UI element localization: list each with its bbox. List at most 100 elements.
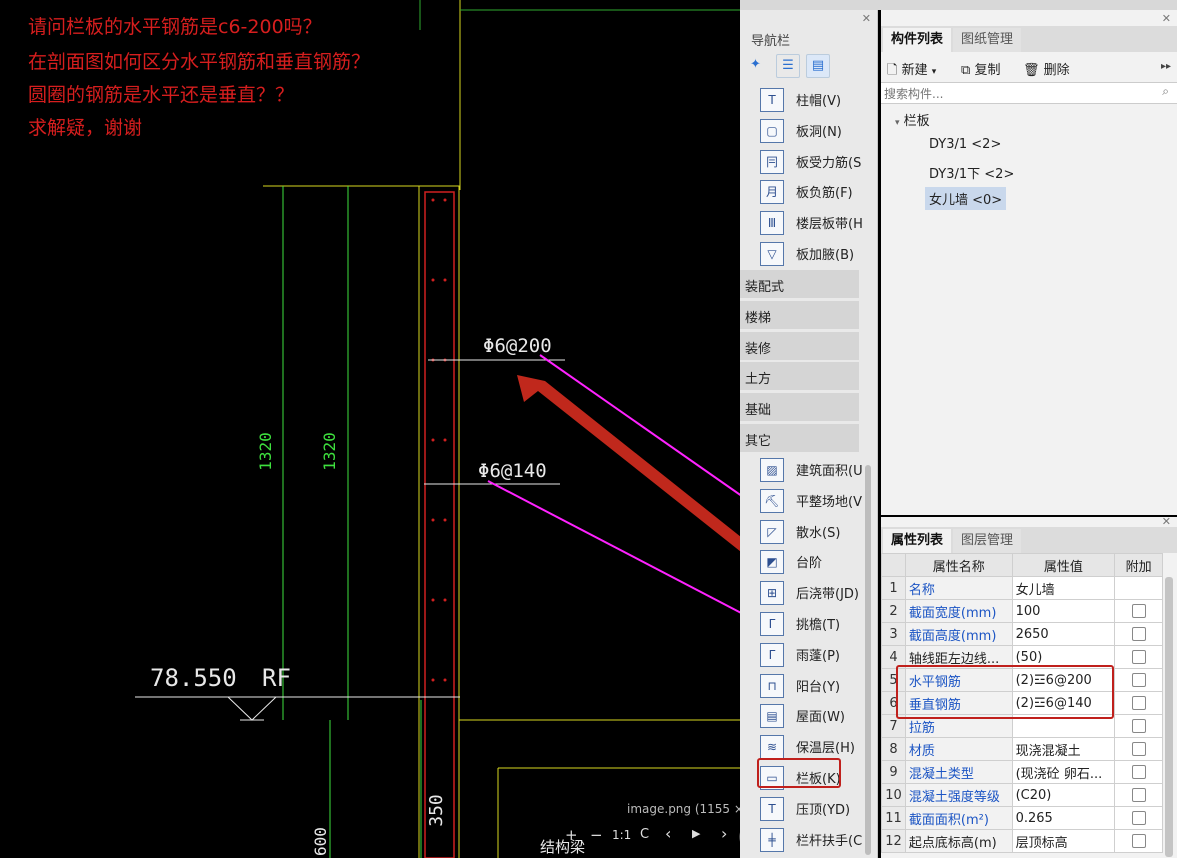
tree-item[interactable]: DY3/1下 <2> xyxy=(929,163,1014,182)
property-row[interactable]: 10 混凝土强度等级 (C20) xyxy=(881,783,1163,807)
nav-item[interactable]: ▽ 板加腋(B) xyxy=(760,240,872,266)
nav-item[interactable]: ⊓ 阳台(Y) xyxy=(760,672,872,698)
search-input[interactable] xyxy=(881,85,1147,103)
tab-property-list[interactable]: 属性列表 xyxy=(883,529,952,553)
search-icon[interactable]: ⌕ xyxy=(1162,84,1169,99)
extra-cell xyxy=(1114,599,1163,623)
nav-category[interactable]: 装配式 xyxy=(740,270,859,298)
property-value[interactable]: 层顶标高 xyxy=(1011,829,1116,853)
property-row[interactable]: 9 混凝土类型 (现浇砼 卵石... xyxy=(881,760,1163,784)
property-row[interactable]: 1 名称 女儿墙 xyxy=(881,576,1163,600)
more-tools-icon[interactable]: ▸▸ xyxy=(1161,61,1171,72)
nav-title: 导航栏 xyxy=(751,34,791,49)
zoom-out-button[interactable]: − xyxy=(590,826,603,844)
close-icon[interactable]: ✕ xyxy=(1162,12,1171,25)
checkbox[interactable] xyxy=(1131,765,1146,779)
component-search[interactable]: ⌕ xyxy=(881,82,1177,104)
nav-item[interactable]: 月板负筋(F) xyxy=(760,178,872,205)
checkbox[interactable] xyxy=(1131,788,1146,802)
checkbox[interactable] xyxy=(1131,604,1146,618)
property-scrollbar[interactable] xyxy=(1165,577,1173,857)
tab-drawing-management[interactable]: 图纸管理 xyxy=(953,28,1022,52)
nav-category-label: 其它 xyxy=(745,434,772,449)
nav-item[interactable]: ⛏ 平整场地(V xyxy=(760,487,872,513)
nav-item[interactable]: ▨ 建筑面积(U xyxy=(760,456,872,482)
property-value[interactable]: 现浇混凝土 xyxy=(1011,737,1116,761)
checkbox[interactable] xyxy=(1131,719,1146,733)
detail-view-icon[interactable]: ▤ xyxy=(806,54,830,78)
property-row[interactable]: 8 材质 现浇混凝土 xyxy=(881,737,1163,761)
property-value[interactable]: 100 xyxy=(1011,599,1116,623)
property-value[interactable]: 2650 xyxy=(1011,622,1116,646)
property-row[interactable]: 3 截面高度(mm) 2650 xyxy=(881,622,1163,646)
tab-component-list[interactable]: 构件列表 xyxy=(883,28,952,52)
list-view-icon[interactable]: ☰ xyxy=(776,54,800,78)
nav-item[interactable]: T 柱帽(V) xyxy=(760,86,872,112)
play-button[interactable]: ▶ xyxy=(692,827,700,840)
checkbox[interactable] xyxy=(1131,673,1146,687)
extra-cell xyxy=(1114,714,1163,738)
checkbox[interactable] xyxy=(1131,742,1146,756)
floor-strip-icon: Ⅲ xyxy=(760,211,784,236)
refresh-button[interactable]: C xyxy=(640,827,649,842)
col-index xyxy=(881,553,906,577)
zoom-in-button[interactable]: + xyxy=(565,826,578,844)
roof-icon: ▤ xyxy=(760,704,784,729)
nav-item-label: 楼层板带(H xyxy=(796,217,863,233)
nav-category[interactable]: 装修 xyxy=(740,331,859,360)
tab-layer-management[interactable]: 图层管理 xyxy=(953,529,1022,553)
nav-item[interactable]: Γ 雨蓬(P) xyxy=(760,641,872,667)
nav-scrollbar[interactable] xyxy=(865,465,871,855)
close-icon[interactable]: ✕ xyxy=(862,12,871,25)
sparkle-icon[interactable]: ✦ xyxy=(750,57,761,72)
new-button[interactable]: 🗋 新建 ▾ xyxy=(887,59,936,83)
property-value[interactable]: (现浇砼 卵石... xyxy=(1011,760,1116,784)
nav-item-label: 屋面(W) xyxy=(796,710,845,726)
nav-item[interactable]: ╪ 栏杆扶手(C xyxy=(760,826,872,852)
nav-item[interactable]: ▢ 板洞(N) xyxy=(760,117,872,143)
checkbox[interactable] xyxy=(1131,811,1146,825)
nav-item[interactable]: ▤ 屋面(W) xyxy=(760,702,872,729)
property-value[interactable]: (C20) xyxy=(1011,783,1116,807)
checkbox[interactable] xyxy=(1131,650,1146,664)
extra-cell xyxy=(1114,668,1163,692)
property-value[interactable]: 0.265 xyxy=(1011,806,1116,830)
nav-category-label: 基础 xyxy=(745,403,772,419)
tree-item[interactable]: DY3/1 <2> xyxy=(929,137,1001,152)
copy-button[interactable]: ⧉ 复制 xyxy=(961,59,1000,78)
property-row[interactable]: 12 起点底标高(m) 层顶标高 xyxy=(881,829,1163,853)
property-row[interactable]: 11 截面面积(m²) 0.265 xyxy=(881,806,1163,830)
row-number: 1 xyxy=(881,576,906,600)
nav-item[interactable]: ◩ 台阶 xyxy=(760,548,872,575)
next-button[interactable]: › xyxy=(721,824,727,843)
nav-item[interactable]: Ⅲ 楼层板带(H xyxy=(760,209,872,236)
delete-button[interactable]: 🗑 删除 xyxy=(1023,59,1070,78)
checkbox[interactable] xyxy=(1131,834,1146,848)
rebar-label-vertical: Φ6@140 xyxy=(478,460,547,482)
nav-item[interactable]: ≋ 保温层(H) xyxy=(760,733,872,760)
nav-item-label: 板受力筋(S xyxy=(796,155,862,171)
nav-category[interactable]: 土方 xyxy=(740,362,859,391)
nav-category-label: 装修 xyxy=(745,341,772,357)
tree-root[interactable]: ▾ 栏板 xyxy=(895,110,930,129)
checkbox[interactable] xyxy=(1131,627,1146,641)
tree-item-selected[interactable]: 女儿墙 <0> xyxy=(925,187,1007,210)
property-row[interactable]: 2 截面宽度(mm) 100 xyxy=(881,599,1163,623)
prev-button[interactable]: ‹ xyxy=(665,824,671,843)
nav-category[interactable]: 楼梯 xyxy=(740,300,859,329)
nav-item[interactable]: ⊞ 后浇带(JD) xyxy=(760,579,872,606)
property-value[interactable]: 女儿墙 xyxy=(1011,576,1116,600)
nav-category-label: 装配式 xyxy=(745,280,785,295)
nav-item[interactable]: T 压顶(YD) xyxy=(760,795,872,821)
cad-viewport[interactable]: 请问栏板的水平钢筋是c6-200吗？ 在剖面图如何区分水平钢筋和垂直钢筋？ 圆圈… xyxy=(0,0,740,858)
nav-category[interactable]: 基础 xyxy=(740,393,859,422)
nav-item[interactable]: Γ 挑檐(T) xyxy=(760,610,872,636)
nav-item[interactable]: ◸ 散水(S) xyxy=(760,518,872,544)
checkbox[interactable] xyxy=(1131,696,1146,710)
nav-item[interactable]: 冃板受力筋(S xyxy=(760,148,872,174)
new-icon: 🗋 xyxy=(887,63,898,78)
nav-category[interactable]: 其它 xyxy=(740,424,859,452)
actual-size-button[interactable]: 1:1 xyxy=(612,828,631,842)
column-cap-icon: T xyxy=(760,88,784,112)
question-line-3: 圆圈的钢筋是水平还是垂直？？ xyxy=(28,84,295,106)
